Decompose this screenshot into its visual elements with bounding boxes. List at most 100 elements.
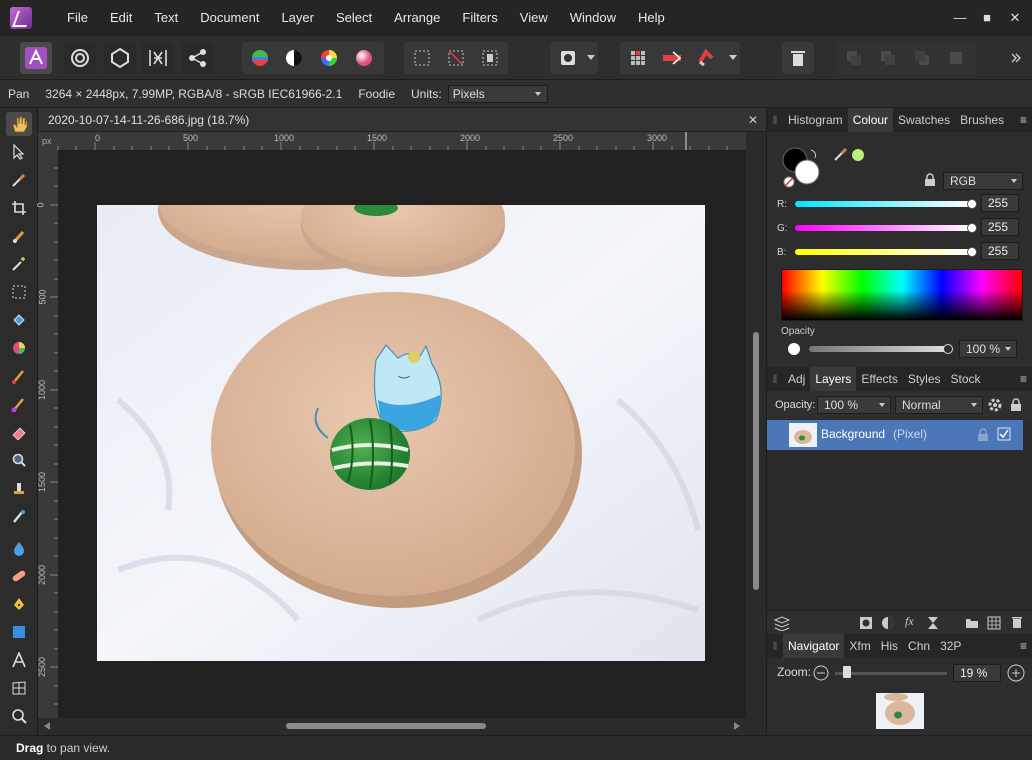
develop-persona-button[interactable] bbox=[104, 42, 136, 74]
menu-document[interactable]: Document bbox=[189, 0, 270, 36]
photo-persona-button[interactable] bbox=[20, 42, 52, 74]
red-channel-slider[interactable] bbox=[795, 201, 973, 207]
tab-adjustments[interactable]: Adj bbox=[783, 367, 810, 391]
panel-grip-icon[interactable]: ‖ bbox=[767, 372, 783, 386]
panel-menu-icon[interactable]: ≡ bbox=[1020, 367, 1027, 391]
opacity-slider-handle[interactable] bbox=[943, 344, 953, 354]
navigator-preview[interactable] bbox=[876, 693, 924, 729]
patch-tool[interactable] bbox=[6, 564, 32, 588]
recolour-button[interactable] bbox=[348, 42, 380, 74]
pan-tool[interactable] bbox=[6, 112, 32, 136]
tab-transform[interactable]: Xfm bbox=[844, 634, 875, 658]
quick-mask-dropdown[interactable] bbox=[584, 42, 598, 74]
arrange-back-button[interactable] bbox=[838, 42, 870, 74]
tab-channels[interactable]: Chn bbox=[903, 634, 935, 658]
gear-icon[interactable] bbox=[987, 397, 1003, 413]
snapping-dropdown[interactable] bbox=[726, 42, 740, 74]
panel-grip-icon[interactable]: ‖ bbox=[767, 113, 783, 127]
tab-styles[interactable]: Styles bbox=[903, 367, 946, 391]
delete-layer-icon[interactable] bbox=[1011, 615, 1023, 629]
menu-view[interactable]: View bbox=[509, 0, 559, 36]
menu-help[interactable]: Help bbox=[627, 0, 676, 36]
arrange-backward-button[interactable] bbox=[872, 42, 904, 74]
red-value-field[interactable]: 255 bbox=[981, 194, 1019, 212]
opacity-slider[interactable] bbox=[809, 346, 949, 352]
hsl-button[interactable] bbox=[313, 42, 345, 74]
zoom-slider[interactable] bbox=[835, 672, 947, 675]
red-slider-handle[interactable] bbox=[967, 199, 977, 209]
quick-mask-button[interactable] bbox=[552, 42, 584, 74]
close-document-icon[interactable]: ✕ bbox=[748, 108, 758, 132]
trash-button[interactable] bbox=[782, 42, 814, 74]
tab-colour[interactable]: Colour bbox=[847, 108, 894, 132]
horizontal-scrollbar[interactable] bbox=[38, 718, 766, 735]
mask-layer-icon[interactable] bbox=[859, 616, 873, 630]
green-value-field[interactable]: 255 bbox=[981, 218, 1019, 236]
layers-stack-icon[interactable] bbox=[773, 615, 791, 631]
vertical-scrollbar[interactable] bbox=[746, 132, 766, 718]
zoom-slider-handle[interactable] bbox=[843, 666, 851, 678]
live-filter-icon[interactable] bbox=[927, 616, 939, 630]
erase-brush-tool[interactable] bbox=[6, 420, 32, 444]
close-window-button[interactable]: ✕ bbox=[998, 0, 1032, 36]
colour-model-select[interactable]: RGB bbox=[943, 172, 1023, 190]
toolbar-overflow-button[interactable] bbox=[1006, 42, 1026, 74]
document-canvas[interactable] bbox=[58, 150, 746, 718]
panel-menu-icon[interactable]: ≡ bbox=[1020, 108, 1027, 132]
export-persona-button[interactable] bbox=[182, 42, 214, 74]
add-pixel-layer-icon[interactable] bbox=[987, 616, 1001, 630]
panel-menu-icon[interactable]: ≡ bbox=[1020, 634, 1027, 658]
menu-edit[interactable]: Edit bbox=[99, 0, 143, 36]
layer-row[interactable]: Background (Pixel) bbox=[767, 420, 1023, 450]
pen-tool[interactable] bbox=[6, 592, 32, 616]
tab-swatches[interactable]: Swatches bbox=[893, 108, 955, 132]
menu-filters[interactable]: Filters bbox=[451, 0, 508, 36]
tab-layers[interactable]: Layers bbox=[810, 367, 857, 391]
move-tool[interactable] bbox=[6, 140, 32, 164]
blue-slider-handle[interactable] bbox=[967, 247, 977, 257]
mesh-warp-tool[interactable] bbox=[6, 676, 32, 700]
green-slider-handle[interactable] bbox=[967, 223, 977, 233]
liquify-persona-button[interactable] bbox=[64, 42, 96, 74]
blue-value-field[interactable]: 255 bbox=[981, 242, 1019, 260]
move-forward-button[interactable] bbox=[656, 42, 688, 74]
tab-32bit-preview[interactable]: 32P bbox=[935, 634, 966, 658]
vertical-ruler[interactable]: 0 500 1000 1500 2000 2500 bbox=[36, 150, 58, 718]
folder-icon[interactable] bbox=[965, 616, 979, 630]
lock-icon[interactable] bbox=[922, 172, 938, 188]
layer-opacity-field[interactable]: 100 % bbox=[817, 396, 891, 414]
fx-icon[interactable]: fx bbox=[905, 614, 914, 629]
assistant-button[interactable] bbox=[622, 42, 654, 74]
blue-channel-slider[interactable] bbox=[795, 249, 973, 255]
magic-wand-tool[interactable] bbox=[6, 252, 32, 276]
marquee-tool[interactable] bbox=[6, 280, 32, 304]
blur-brush-tool[interactable] bbox=[6, 536, 32, 560]
tab-history[interactable]: His bbox=[876, 634, 903, 658]
horizontal-ruler[interactable]: px 0 500 1000 1500 2000 2500 3000 bbox=[38, 132, 746, 150]
tab-effects[interactable]: Effects bbox=[856, 367, 902, 391]
eyedropper-icon[interactable] bbox=[833, 146, 849, 162]
flood-fill-tool[interactable] bbox=[6, 308, 32, 332]
paint-brush-tool[interactable] bbox=[6, 364, 32, 388]
zoom-lens-tool[interactable] bbox=[6, 448, 32, 472]
invert-selection-button[interactable] bbox=[474, 42, 506, 74]
lock-icon[interactable] bbox=[1009, 397, 1023, 413]
selection-brush-tool[interactable] bbox=[6, 224, 32, 248]
arrange-forward-button[interactable] bbox=[906, 42, 938, 74]
healing-brush-tool[interactable] bbox=[6, 504, 32, 528]
tab-histogram[interactable]: Histogram bbox=[783, 108, 848, 132]
crop-tool[interactable] bbox=[6, 196, 32, 220]
green-channel-slider[interactable] bbox=[795, 225, 973, 231]
menu-file[interactable]: File bbox=[56, 0, 99, 36]
menu-window[interactable]: Window bbox=[559, 0, 627, 36]
picked-colour-swatch[interactable] bbox=[851, 148, 865, 162]
levels-button[interactable] bbox=[244, 42, 276, 74]
deselect-button[interactable] bbox=[440, 42, 472, 74]
zoom-tool[interactable] bbox=[6, 704, 32, 728]
arrange-front-button[interactable] bbox=[940, 42, 972, 74]
zoom-out-icon[interactable] bbox=[813, 665, 829, 681]
menu-arrange[interactable]: Arrange bbox=[383, 0, 451, 36]
white-balance-button[interactable] bbox=[278, 42, 310, 74]
zoom-in-icon[interactable] bbox=[1007, 664, 1025, 682]
colour-picker-tool[interactable] bbox=[6, 168, 32, 192]
